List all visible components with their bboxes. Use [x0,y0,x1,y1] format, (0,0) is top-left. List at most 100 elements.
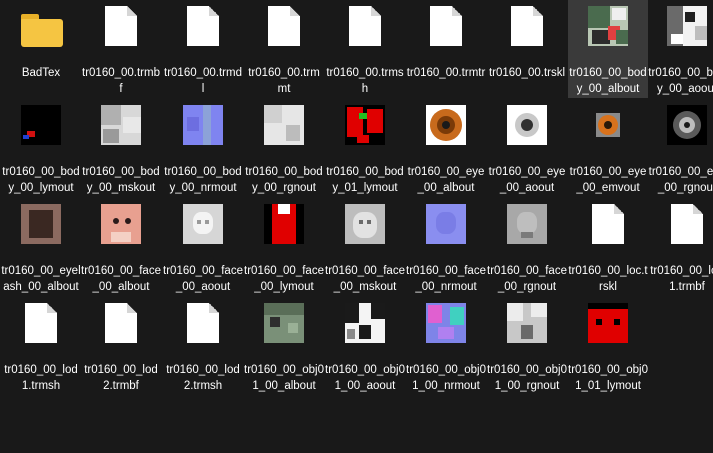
file-name: tr0160_00_body_00_aoout [648,67,713,95]
file-name: tr0160_00_eyelash_00_albout [1,265,81,293]
file-item[interactable]: tr0160_00_face_00_rgnout [487,198,567,296]
file-name: tr0160_00_obj01_00_aoout [325,364,405,392]
file-icon [430,6,462,46]
file-name: tr0160_00_face_00_mskout [325,265,405,293]
image-thumbnail [21,204,61,244]
file-name: tr0160_00_body_00_lymout [2,166,80,194]
file-name: tr0160_00.trskl [488,67,566,79]
image-thumbnail [101,105,141,145]
file-item[interactable]: tr0160_00_body_00_rgnout [244,99,324,197]
file-item[interactable]: tr0160_00_obj01_00_aoout [325,297,405,395]
file-item[interactable]: tr0160_00_eye_00_aoout [487,99,567,197]
file-item[interactable]: tr0160_00_lod2.trmbf [81,297,161,395]
file-icon [268,6,300,46]
file-item[interactable]: tr0160_00_lod2.trmsh [163,297,243,395]
file-name: tr0160_00_face_00_rgnout [487,265,567,293]
file-name: tr0160_00.trmbf [82,67,160,95]
file-name: tr0160_00_face_00_nrmout [406,265,486,293]
file-name: tr0160_00_body_00_rgnout [245,166,323,194]
file-name: tr0160_00_body_01_lymout [326,166,404,194]
image-thumbnail [345,105,385,145]
file-name: tr0160_00_obj01_01_lymout [568,364,648,392]
file-item[interactable]: tr0160_00_face_00_albout [81,198,161,296]
image-thumbnail [264,204,304,244]
file-icon [349,6,381,46]
file-item[interactable]: tr0160_00_obj01_00_albout [244,297,324,395]
file-name: tr0160_00_lod1.trmbf [650,265,713,293]
file-name: tr0160_00_obj01_00_albout [244,364,324,392]
file-item[interactable]: tr0160_00.trmbf [81,0,161,98]
file-icon [105,6,137,46]
image-thumbnail [426,105,466,145]
file-item[interactable]: tr0160_00.trmdl [163,0,243,98]
file-item[interactable]: tr0160_00_loc.trskl [568,198,648,296]
file-icon [671,204,703,244]
image-thumbnail [507,105,547,145]
file-item[interactable]: tr0160_00.trmtr [406,0,486,98]
image-thumbnail [426,204,466,244]
file-item[interactable]: tr0160_00_body_00_nrmout [163,99,243,197]
file-item[interactable]: tr0160_00_face_00_mskout [325,198,405,296]
image-thumbnail [596,113,620,137]
file-name: tr0160_00_body_00_nrmout [164,166,242,194]
file-name: tr0160_00_lod2.trmsh [166,364,240,392]
file-item[interactable]: tr0160_00_eye_00_emvout [568,99,648,197]
file-item-selected[interactable]: tr0160_00_body_00_albout [568,0,648,98]
image-thumbnail [345,303,385,343]
file-name: tr0160_00_face_00_aoout [163,265,243,293]
file-name: tr0160_00_loc.trskl [568,265,648,293]
file-item[interactable]: tr0160_00.trskl [487,0,567,98]
file-name: tr0160_00_body_00_mskout [82,166,160,194]
file-name: BadTex [21,67,61,79]
file-name: tr0160_00_lod1.trmsh [4,364,78,392]
file-icon [105,303,137,343]
file-item-badtex[interactable]: BadTex [1,0,81,98]
image-thumbnail [21,105,61,145]
image-thumbnail [426,303,466,343]
file-item[interactable]: tr0160_00_face_00_nrmout [406,198,486,296]
file-name: tr0160_00_eye_00_emvout [569,166,647,194]
file-item[interactable]: tr0160_00.trmsh [325,0,405,98]
image-thumbnail [507,303,547,343]
file-item[interactable]: tr0160_00_eye_00_rgnout [647,99,713,197]
file-item[interactable]: tr0160_00_eyelash_00_albout [1,198,81,296]
image-thumbnail [588,303,628,343]
file-name: tr0160_00.trmtr [406,67,486,79]
image-thumbnail [667,105,707,145]
file-item[interactable]: tr0160_00_obj01_00_rgnout [487,297,567,395]
file-item[interactable]: tr0160_00_eye_00_albout [406,99,486,197]
file-item[interactable]: tr0160_00_lod1.trmsh [1,297,81,395]
file-item[interactable]: tr0160_00_body_00_lymout [1,99,81,197]
file-item[interactable]: tr0160_00_face_00_lymout [244,198,324,296]
file-name: tr0160_00_face_00_lymout [244,265,324,293]
file-grid: BadTex tr0160_00.trmbf tr0160_00.trmdl t… [0,0,713,453]
file-name: tr0160_00_face_00_albout [81,265,161,293]
file-name: tr0160_00_eye_00_albout [407,166,485,194]
image-thumbnail [345,204,385,244]
file-name: tr0160_00_body_00_albout [569,67,647,95]
file-name: tr0160_00.trmsh [326,67,404,95]
file-icon [187,303,219,343]
file-name: tr0160_00.trmmt [248,67,320,95]
file-item[interactable]: tr0160_00_body_00_aoout [647,0,713,98]
file-item[interactable]: tr0160_00_obj01_01_lymout [568,297,648,395]
file-item[interactable]: tr0160_00_lod1.trmbf [647,198,713,296]
file-name: tr0160_00_lod2.trmbf [84,364,158,392]
image-thumbnail [507,204,547,244]
image-thumbnail [667,6,707,46]
file-icon [511,6,543,46]
image-thumbnail [101,204,141,244]
file-item[interactable]: tr0160_00_face_00_aoout [163,198,243,296]
folder-icon [21,14,63,47]
file-icon [187,6,219,46]
image-thumbnail [183,204,223,244]
image-thumbnail [264,105,304,145]
file-item[interactable]: tr0160_00_obj01_00_nrmout [406,297,486,395]
file-name: tr0160_00_obj01_00_rgnout [487,364,567,392]
file-item[interactable]: tr0160_00.trmmt [244,0,324,98]
file-name: tr0160_00.trmdl [164,67,242,95]
file-item[interactable]: tr0160_00_body_00_mskout [81,99,161,197]
file-name: tr0160_00_obj01_00_nrmout [406,364,486,392]
file-item[interactable]: tr0160_00_body_01_lymout [325,99,405,197]
file-icon [592,204,624,244]
